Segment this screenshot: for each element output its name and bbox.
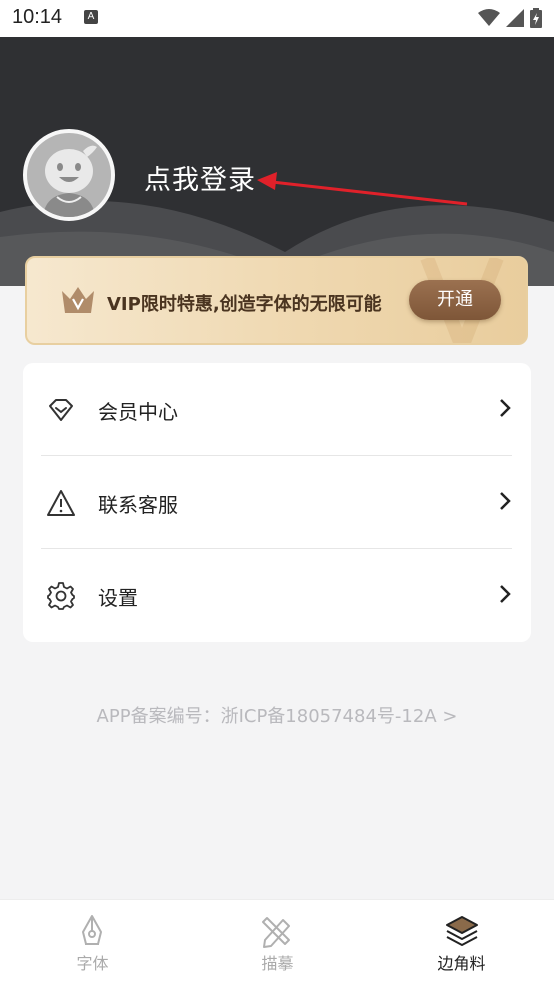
vip-open-button[interactable]: 开通 <box>409 280 501 320</box>
menu-item-settings[interactable]: 设置 <box>23 549 531 642</box>
nav-tab-label: 边角料 <box>437 954 486 973</box>
login-link[interactable]: 点我登录 <box>144 158 256 197</box>
nav-tab-label: 描摹 <box>261 954 294 973</box>
vip-promo-text: VIP限时特惠,创造字体的无限可能 <box>107 294 382 315</box>
nav-tab-label: 字体 <box>76 954 109 973</box>
profile-header: 点我登录 <box>0 37 554 286</box>
status-bar: 10:14 A <box>0 0 554 37</box>
avatar[interactable] <box>23 129 115 221</box>
warning-triangle-icon <box>47 490 75 516</box>
crown-icon <box>62 287 94 313</box>
nav-tab-trace[interactable]: 描摹 <box>185 900 370 985</box>
menu-card: 会员中心 联系客服 设置 <box>23 363 531 642</box>
chevron-right-icon <box>500 492 511 510</box>
gear-icon <box>47 582 75 610</box>
menu-item-label: 联系客服 <box>98 493 178 517</box>
menu-item-contact-support[interactable]: 联系客服 <box>23 456 531 549</box>
nav-tab-fonts[interactable]: 字体 <box>0 900 185 985</box>
chevron-right-icon <box>500 585 511 603</box>
notification-app-icon: A <box>84 10 98 24</box>
menu-item-member-center[interactable]: 会员中心 <box>23 363 531 456</box>
bottom-navigation: 字体 描摹 边角料 <box>0 899 554 985</box>
battery-icon <box>530 8 542 28</box>
menu-item-label: 会员中心 <box>98 400 178 424</box>
layers-icon <box>446 916 478 946</box>
cellular-signal-icon <box>506 9 524 27</box>
pen-nib-icon <box>82 915 102 945</box>
vip-promo-banner[interactable]: VIP限时特惠,创造字体的无限可能 开通 <box>25 256 528 345</box>
status-indicators <box>478 8 542 28</box>
icp-record-link[interactable]: APP备案编号：浙ICP备18057484号-12A > <box>0 702 554 728</box>
diamond-icon <box>49 399 73 421</box>
status-time: 10:14 <box>12 6 63 28</box>
pencil-ruler-icon <box>262 917 290 948</box>
menu-item-label: 设置 <box>98 586 138 610</box>
default-avatar-icon <box>27 133 111 217</box>
nav-tab-extras[interactable]: 边角料 <box>369 900 554 985</box>
wifi-icon <box>478 9 500 26</box>
chevron-right-icon <box>500 399 511 417</box>
